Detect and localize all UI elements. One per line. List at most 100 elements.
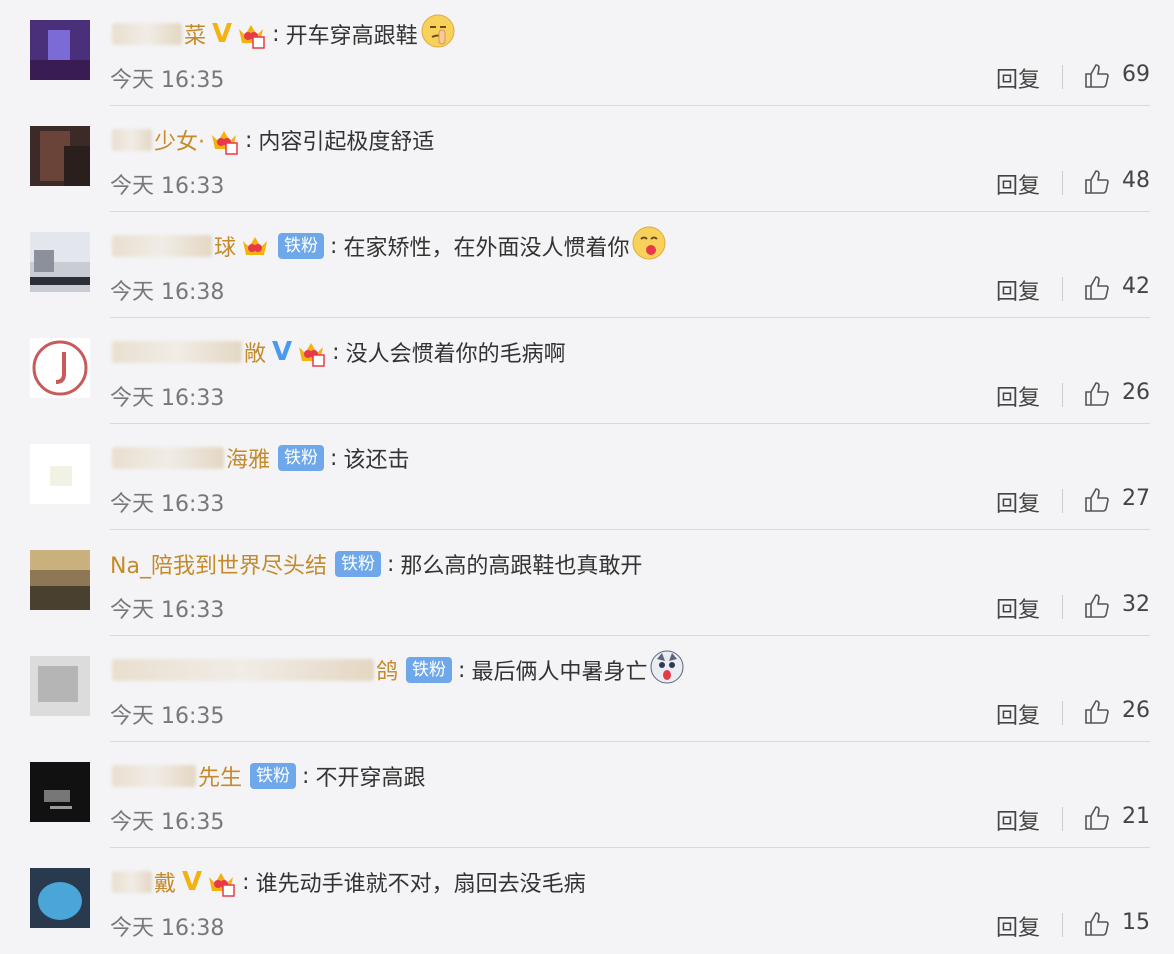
comment-header: 先生 铁粉 : 不开穿高跟 (110, 756, 425, 796)
username[interactable]: 球 (214, 230, 236, 262)
avatar[interactable] (30, 444, 90, 504)
avatar[interactable] (30, 20, 90, 80)
blurred-username (112, 235, 212, 257)
comment-row: 敞 V : 没人会惯着你的毛病啊 今天 16:33 回复 26 (0, 318, 1174, 424)
thumbs-up-icon[interactable] (1083, 910, 1111, 938)
thumbs-up-icon[interactable] (1083, 486, 1111, 514)
username[interactable]: 少女· (154, 124, 205, 156)
thumbs-up-icon[interactable] (1083, 698, 1111, 726)
reply-button[interactable]: 回复 (996, 804, 1040, 836)
thumbs-up-icon[interactable] (1083, 380, 1111, 408)
fan-badge: 铁粉 (278, 445, 325, 471)
username[interactable]: 鸽 (376, 654, 398, 686)
blurred-username (112, 129, 152, 151)
thumbs-up-icon[interactable] (1083, 804, 1111, 832)
username[interactable]: 戴 (154, 866, 176, 898)
comment-time: 今天 16:38 (110, 916, 225, 941)
avatar[interactable] (30, 232, 90, 292)
colon: : (302, 763, 310, 789)
husky-emoji-icon (649, 649, 685, 691)
blurred-username (112, 659, 374, 681)
blurred-username (112, 23, 182, 45)
comment-text: 不开穿高跟 (315, 766, 426, 791)
thumbs-up-icon[interactable] (1083, 62, 1111, 90)
like-count: 32 (1122, 592, 1150, 617)
comment-time: 今天 16:35 (110, 810, 225, 835)
reply-button[interactable]: 回复 (996, 486, 1040, 518)
reply-button[interactable]: 回复 (996, 168, 1040, 200)
like-count: 27 (1122, 486, 1150, 511)
like-count: 15 (1122, 910, 1150, 935)
divider (1062, 807, 1063, 831)
comment-list: 菜 V : 开车穿高跟鞋 今天 16:35 回复 69 少女·: 内容引起极度… (0, 0, 1174, 954)
colon: : (458, 657, 466, 683)
comment-header: 球 铁粉 : 在家矫性，在外面没人惯着你 (110, 226, 667, 266)
colon: : (272, 21, 280, 47)
reply-button[interactable]: 回复 (996, 274, 1040, 306)
username[interactable]: Na_陪我到世界尽头结 (110, 548, 327, 580)
vip-crown-icon (206, 867, 236, 897)
thumbs-up-icon[interactable] (1083, 592, 1111, 620)
colon: : (245, 127, 253, 153)
avatar[interactable] (30, 762, 90, 822)
comment-time: 今天 16:35 (110, 704, 225, 729)
comment-time: 今天 16:35 (110, 68, 225, 93)
colon: : (330, 233, 338, 259)
comment-row: 海雅 铁粉 : 该还击 今天 16:33 回复 27 (0, 424, 1174, 530)
comment-header: 敞 V : 没人会惯着你的毛病啊 (110, 332, 566, 372)
reply-button[interactable]: 回复 (996, 698, 1040, 730)
avatar[interactable] (30, 656, 90, 716)
like-count: 21 (1122, 804, 1150, 829)
comment-text: 没人会惯着你的毛病啊 (345, 342, 566, 367)
thumbs-up-icon[interactable] (1083, 274, 1111, 302)
comment-row: 先生 铁粉 : 不开穿高跟 今天 16:35 回复 21 (0, 742, 1174, 848)
colon: : (386, 551, 395, 577)
divider (1062, 489, 1063, 513)
comment-header: 鸽 铁粉 : 最后俩人中暑身亡 (110, 650, 685, 690)
avatar[interactable] (30, 338, 90, 398)
divider (1062, 171, 1063, 195)
comment-text: 内容引起极度舒适 (258, 130, 435, 155)
comment-header: 戴 V : 谁先动手谁就不对，扇回去没毛病 (110, 862, 586, 902)
vip-crown-icon (296, 337, 326, 367)
blurred-username (112, 765, 196, 787)
username[interactable]: 海雅 (226, 442, 270, 474)
verified-badge: V (272, 337, 293, 367)
comment-time: 今天 16:38 (110, 280, 225, 305)
reply-button[interactable]: 回复 (996, 592, 1040, 624)
comment-row: Na_陪我到世界尽头结 铁粉 : 那么高的高跟鞋也真敢开 今天 16:33 回复… (0, 530, 1174, 636)
comment-row: 菜 V : 开车穿高跟鞋 今天 16:35 回复 69 (0, 0, 1174, 106)
vip-crown-icon (236, 19, 266, 49)
avatar[interactable] (30, 126, 90, 186)
username[interactable]: 先生 (198, 760, 242, 792)
comment-row: 戴 V : 谁先动手谁就不对，扇回去没毛病 今天 16:38 回复 15 (0, 848, 1174, 954)
reply-button[interactable]: 回复 (996, 380, 1040, 412)
vip-crown-icon (209, 125, 239, 155)
reply-button[interactable]: 回复 (996, 910, 1040, 942)
username[interactable]: 敞 (244, 336, 266, 368)
comment-row: 球 铁粉 : 在家矫性，在外面没人惯着你 今天 16:38 回复 42 (0, 212, 1174, 318)
comment-text: 最后俩人中暑身亡 (471, 660, 648, 685)
vip-crown-icon (240, 231, 270, 261)
username[interactable]: 菜 (184, 18, 206, 50)
comment-header: Na_陪我到世界尽头结 铁粉 : 那么高的高跟鞋也真敢开 (110, 544, 642, 584)
avatar[interactable] (30, 550, 90, 610)
like-count: 42 (1122, 274, 1150, 299)
like-count: 26 (1122, 380, 1150, 405)
comment-time: 今天 16:33 (110, 386, 225, 411)
shh-emoji-icon (420, 13, 456, 55)
thumbs-up-icon[interactable] (1083, 168, 1111, 196)
divider (1062, 701, 1063, 725)
comment-row: 少女· : 内容引起极度舒适 今天 16:33 回复 48 (0, 106, 1174, 212)
fan-badge: 铁粉 (278, 233, 325, 259)
divider (1062, 913, 1063, 937)
fan-badge: 铁粉 (250, 763, 297, 789)
divider (1062, 65, 1063, 89)
divider (1062, 277, 1063, 301)
comment-text: 该还击 (343, 448, 410, 473)
avatar[interactable] (30, 868, 90, 928)
fan-badge: 铁粉 (334, 551, 381, 577)
reply-button[interactable]: 回复 (996, 62, 1040, 94)
like-count: 26 (1122, 698, 1150, 723)
colon: : (330, 445, 338, 471)
